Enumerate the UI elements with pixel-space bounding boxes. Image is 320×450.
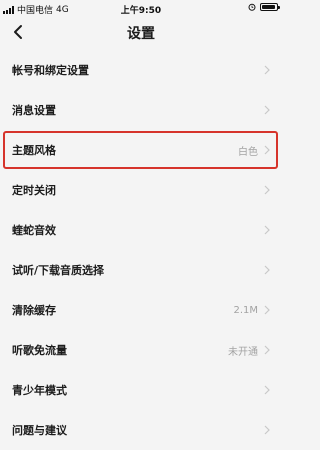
settings-item-label: 定时关闭 [12, 184, 56, 197]
settings-item-sleep-timer[interactable]: 定时关闭 [0, 170, 282, 210]
settings-item-feedback[interactable]: 问题与建议 [0, 410, 282, 450]
settings-item-free-data[interactable]: 听歌免流量 未开通 [0, 330, 282, 370]
chevron-right-icon [264, 225, 270, 235]
page-title: 设置 [127, 26, 155, 42]
settings-item-audio-quality[interactable]: 试听/下载音质选择 [0, 250, 282, 290]
settings-item-label: 问题与建议 [12, 424, 67, 437]
chevron-right-icon [264, 105, 270, 115]
alarm-clock-icon [248, 3, 256, 11]
settings-item-teen-mode[interactable]: 青少年模式 [0, 370, 282, 410]
settings-item-label: 消息设置 [12, 104, 56, 117]
chevron-right-icon [264, 65, 270, 75]
status-time: 上午9:50 [120, 6, 162, 16]
settings-item-value: 未开通 [228, 346, 258, 358]
settings-item-label: 清除缓存 [12, 304, 56, 317]
settings-item-label: 蝰蛇音效 [12, 224, 56, 237]
settings-item-sound-effects[interactable]: 蝰蛇音效 [0, 210, 282, 250]
settings-item-value: 2.1M [233, 304, 258, 316]
chevron-right-icon [264, 185, 270, 195]
settings-list: 帐号和绑定设置 消息设置 主题风格 白色 定时关闭 蝰蛇音效 试听/下载音质选择… [0, 50, 282, 450]
settings-item-clear-cache[interactable]: 清除缓存 2.1M [0, 290, 282, 330]
chevron-right-icon [264, 265, 270, 275]
settings-item-label: 青少年模式 [12, 384, 67, 397]
settings-item-theme[interactable]: 主题风格 白色 [0, 130, 282, 170]
chevron-right-icon [264, 145, 270, 155]
settings-item-label: 帐号和绑定设置 [12, 64, 89, 77]
settings-item-messages[interactable]: 消息设置 [0, 90, 282, 130]
chevron-right-icon [264, 345, 270, 355]
settings-item-label: 听歌免流量 [12, 344, 67, 357]
settings-item-label: 试听/下载音质选择 [12, 264, 105, 277]
settings-item-account[interactable]: 帐号和绑定设置 [0, 50, 282, 90]
nav-bar: 设置 [0, 16, 282, 48]
status-bar: 中国电信 4G 上午9:50 [0, 0, 282, 16]
settings-item-label: 主题风格 [12, 144, 56, 157]
battery-icon [260, 3, 280, 11]
chevron-right-icon [264, 385, 270, 395]
chevron-right-icon [264, 425, 270, 435]
status-right [248, 3, 280, 11]
chevron-right-icon [264, 305, 270, 315]
settings-item-value: 白色 [238, 146, 258, 158]
